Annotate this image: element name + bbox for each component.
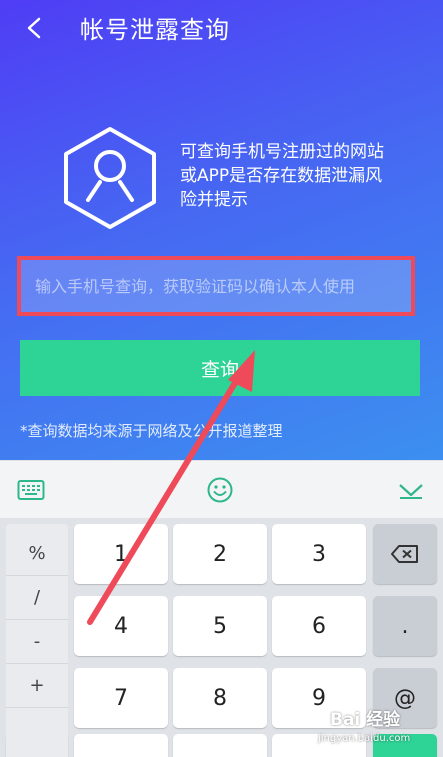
key-6[interactable]: 6: [272, 596, 366, 656]
key-minus[interactable]: -: [6, 620, 68, 664]
emoji-icon[interactable]: [205, 475, 235, 505]
chevron-left-icon: [27, 17, 41, 39]
key-bottom-partial-2[interactable]: [173, 734, 267, 757]
back-button[interactable]: [18, 12, 50, 44]
key-bottom-partial-1[interactable]: [74, 734, 168, 757]
phone-screen: 帐号泄露查询 可查询手机号注册过的网站或APP是否存在数据泄漏风险并提示 查询 …: [0, 0, 443, 757]
phone-input-highlight: [17, 256, 415, 316]
key-5[interactable]: 5: [173, 596, 267, 656]
watermark-brand: Bai 经验: [330, 710, 401, 730]
backspace-icon: [391, 545, 418, 563]
key-8[interactable]: 8: [173, 668, 267, 728]
key-dot[interactable]: .: [373, 596, 437, 656]
keyboard-switch-icon[interactable]: [16, 475, 46, 505]
hero-panel: 帐号泄露查询 可查询手机号注册过的网站或APP是否存在数据泄漏风险并提示 查询 …: [0, 0, 443, 460]
query-button[interactable]: 查询: [20, 340, 420, 396]
watermark-url: jingyan.baidu.com: [318, 733, 411, 744]
page-title: 帐号泄露查询: [80, 16, 230, 44]
key-2[interactable]: 2: [173, 524, 267, 584]
intro-description: 可查询手机号注册过的网站或APP是否存在数据泄漏风险并提示: [180, 142, 384, 210]
key-percent[interactable]: %: [6, 532, 68, 576]
keyboard-toolbar: [0, 460, 443, 518]
data-source-footnote: *查询数据均来源于网络及公开报道整理: [20, 422, 283, 440]
backspace-key[interactable]: [373, 524, 437, 584]
key-7[interactable]: 7: [74, 668, 168, 728]
key-1[interactable]: 1: [74, 524, 168, 584]
collapse-keyboard-icon[interactable]: [396, 475, 426, 505]
key-slash[interactable]: /: [6, 576, 68, 620]
symbol-column: % / - +: [6, 524, 68, 757]
user-shield-icon: [64, 127, 156, 229]
key-bottom-left-partial[interactable]: [6, 734, 68, 757]
key-4[interactable]: 4: [74, 596, 168, 656]
phone-number-input[interactable]: [21, 260, 411, 312]
key-plus[interactable]: +: [6, 664, 68, 708]
key-3[interactable]: 3: [272, 524, 366, 584]
